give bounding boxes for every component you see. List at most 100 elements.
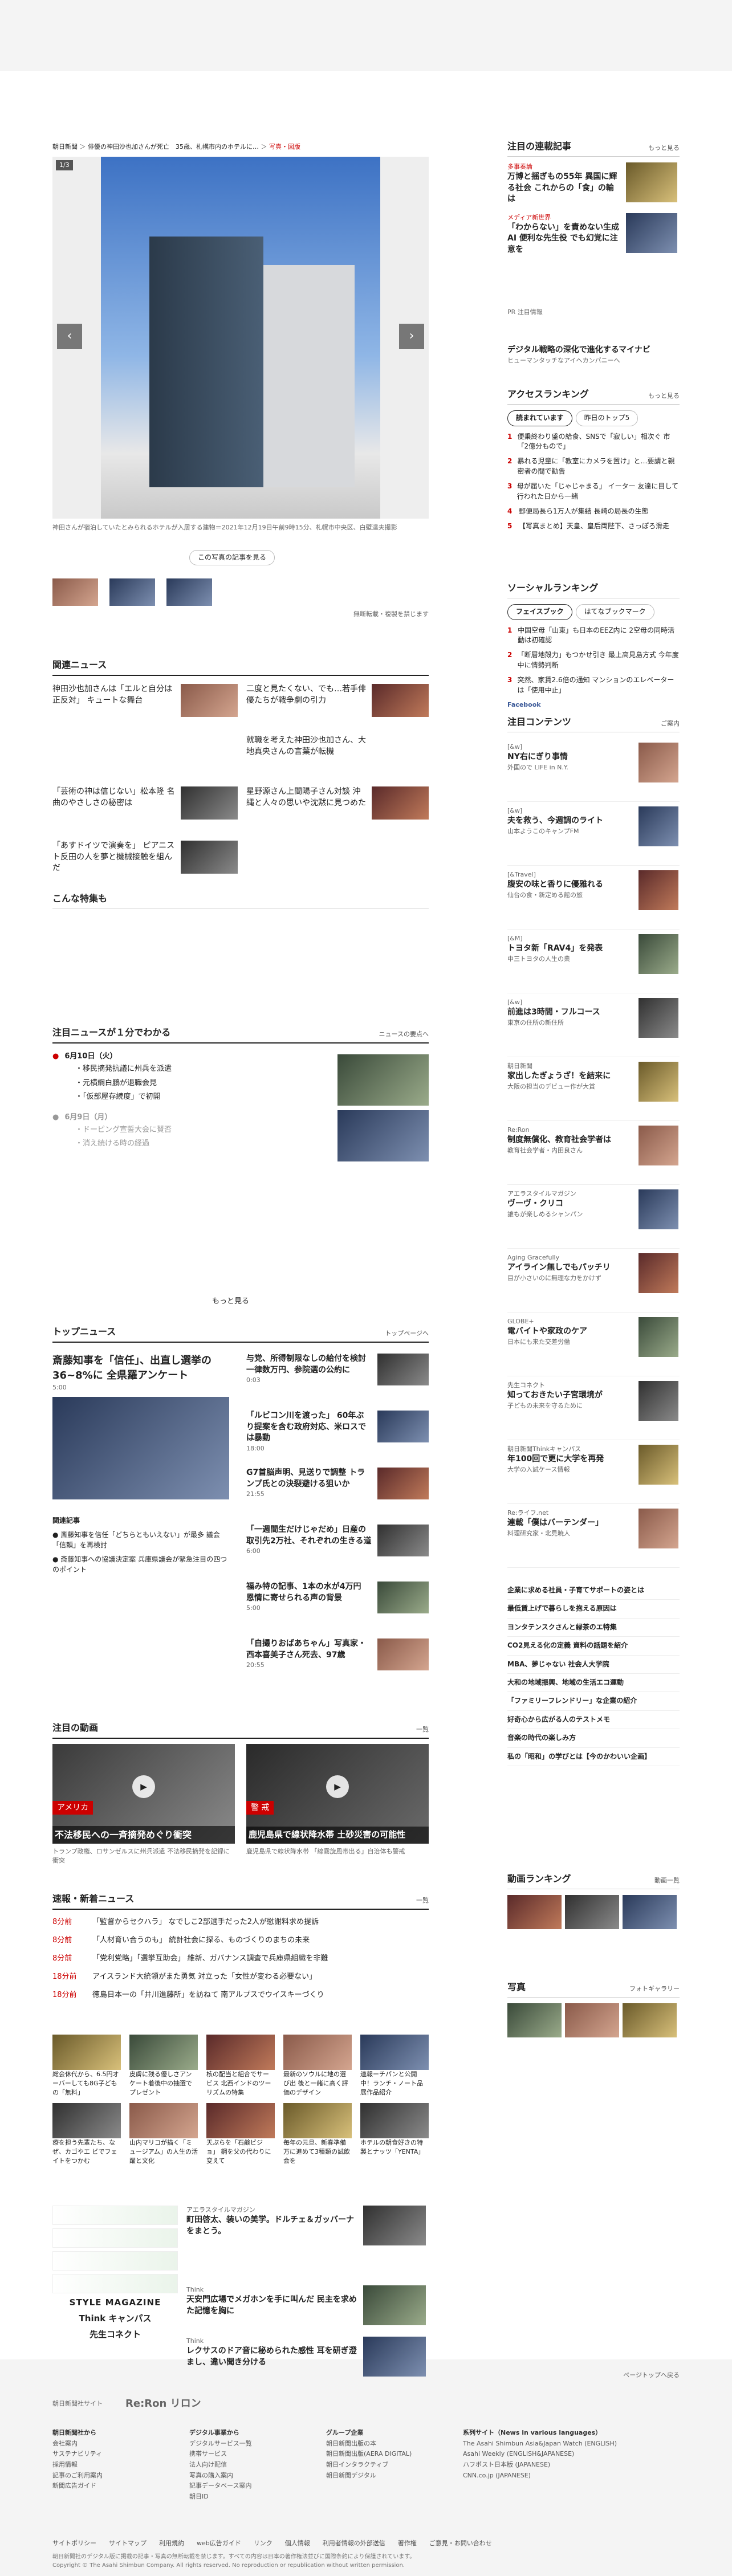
footer-link[interactable]: サステナビリティ [52,2449,166,2460]
promo-item[interactable]: 毎年の元旦、新春準備万に進めて3種類の試飲会を [283,2102,352,2166]
promo-item[interactable]: 核の配当と組合でサービス 北西インドのツーリズムの特集 [206,2035,275,2097]
next-photo-button[interactable]: › [399,324,424,349]
video-ranking-more[interactable]: 動画一覧 [654,1876,680,1885]
breaking-item[interactable]: 8分前 「党利党略」「選挙互助会」 維新、ガバナンス調査で兵庫県組織を非難 [52,1950,429,1968]
top-news-item[interactable]: 与党、所得制限なしの給付を検討 一律数万円、参院選の公約に 0:03 [246,1354,429,1411]
content-item[interactable]: Re:ライフ.net 連載「僕はバーテンダー」 料理研究家・北見暁人 [507,1504,680,1568]
ranking-item[interactable]: 2 暴れる児童に「教室にカメラを置け」と…要請と親密者の間で勧告 [507,456,680,476]
sidebar-link[interactable]: 音楽の時代の楽しみ方 [507,1729,680,1748]
promo-item[interactable]: 最新のソウルに地の選び出 後と一緒に高く評価のデザイン [283,2035,352,2097]
related-item[interactable]: 「あすドイツで演奏を」 ピアニスト反田の人を夢と機械接触を組んだ [52,841,238,874]
breaking-item[interactable]: 8分前 「監督からセクハラ」 なでしこ2部選手だった2人が慰謝料求め提訴 [52,1913,429,1931]
pickup-item[interactable]: 元横綱白鵬が退職会見 [83,1079,157,1087]
top-related-item[interactable]: 斎藤知事への協議決定案 兵庫県議会が緊急注目の四つのポイント [52,1555,227,1573]
sidebar-ad[interactable]: デジタル戦略の深化で進化するマイナビ ヒューマンタッチなアイヘカンパニーへ [507,345,680,365]
top-news-item[interactable]: 福み特の記事、1本の水が4万円 恩情に寄せられる声の背景 5:00 [246,1582,429,1638]
social-item[interactable]: 2 「断層地殻力」もつかせ引き 最上高見島方式 今年度中に情勢判断 [507,650,680,670]
footer-link[interactable]: 記事のご利用案内 [52,2471,166,2481]
ranking-item[interactable]: 4 郵便局長ら1万人が集結 長崎の局長の生態 [507,507,680,516]
footer-link[interactable]: 新聞広告ガイド [52,2481,166,2492]
related-item[interactable]: 神田沙也加さんは「エルと自分は正反対」 キュートな舞台 [52,684,238,717]
footer-link[interactable]: ハフポスト日本版 (JAPANESE) [463,2460,645,2471]
social-item[interactable]: 1 中国空母「山東」も日本のEEZ内に 2空母の同時活動は初確認 [507,626,680,646]
photo-gallery-link[interactable]: フォトギャラリー [629,1984,680,1994]
pickup-more-link[interactable]: ニュースの要点へ [379,1030,429,1039]
promo-item[interactable]: 天ぷらを「石鹸ビジョ」 鋼を父の代わりに変えて [206,2102,275,2166]
footer-bottom-link[interactable]: サイトマップ [109,2540,147,2547]
content-item[interactable]: 先生コネクト 知っておきたい子宮環境が 子どもの未来を守るために [507,1376,680,1440]
photo-thumb[interactable] [52,578,98,606]
footer-bottom-link[interactable]: リンク [254,2540,273,2547]
pickup-item[interactable]: 「仮部屋存続度」で初開 [83,1093,161,1101]
promo-item[interactable]: 山内マリコが描く「ミュージアム」の人生の活躍と文化 [129,2102,198,2166]
footer-link[interactable]: 朝日新聞出版の本 [326,2439,440,2449]
top-news-item[interactable]: G7首脳声明、見送りで調整 トランプ氏との決裂避ける狙いか 21:55 [246,1468,429,1525]
sidebar-link[interactable]: 最低賃上げで暮らしを抱える原因は [507,1600,680,1619]
series-item[interactable]: 多事奏論 万博と揺ぎもの55年 異国に輝る社会 これからの「食」の輪は [507,162,680,205]
promo-item[interactable]: ホテルの朝食好きの特製とナッツ「YENTA」 [360,2102,429,2166]
footer-link[interactable]: デジタルサービス一覧 [189,2439,303,2449]
footer-brand[interactable]: 朝日新聞社サイト [52,2399,103,2408]
footer-link[interactable]: 朝日新聞出版(AERA DIGITAL) [326,2449,440,2460]
sidebar-link[interactable]: 大和の地域振興、地域の生活エコ運動 [507,1674,680,1693]
social-item[interactable]: 3 突然、家賃2.6倍の通知 マンションのエレベーターは「使用中止」 [507,675,680,695]
footer-bottom-link[interactable]: 著作権 [398,2540,417,2547]
footer-link[interactable]: 朝日新聞デジタル [326,2471,440,2481]
footer-link[interactable]: 採用情報 [52,2460,166,2471]
breadcrumb-home[interactable]: 朝日新聞 [52,143,78,150]
pickup-more-button[interactable]: もっと見る [212,1297,249,1307]
ad-item[interactable]: Think 天安門広場でメガホンを手に叫んだ 民主を求めた記憶を胸に [186,2285,429,2337]
prev-photo-button[interactable]: ‹ [57,324,82,349]
series-item[interactable]: メディア新世界 「わからない」を責めない生成AI 便利な先生役 でも幻覚に注意を [507,213,680,256]
content-item[interactable]: [&w] 夫を救う、今週調のライト 山本ようこのキャンプFM [507,802,680,866]
top-lead-title[interactable]: 斎藤知事を「信任」、出直し選挙の36~8%に 全県羅アンケート [52,1354,229,1383]
social-tab-hatena[interactable]: はてなブックマーク [575,604,654,620]
pickup-item[interactable]: 移民摘発抗議に州兵を派遣 [83,1065,172,1073]
series-more-link[interactable]: もっと見る [648,144,680,153]
ranking-item[interactable]: 3 母が届いた「じゃじゃまる」 イーター 友達に目して行われた日から一緒 [507,482,680,502]
footer-bottom-link[interactable]: web広告ガイド [197,2540,241,2547]
content-item[interactable]: Re:Ron 制度無償化、教育社会学者は 教育社会学者・内田良さん [507,1121,680,1185]
related-item[interactable]: 就職を考えた神田沙也加さん、大地真央さんの言葉が転機 [246,735,429,757]
think-logo[interactable]: Think キャンパス [52,2313,178,2325]
footer-link[interactable]: The Asahi Shimbun Asia&Japan Watch (ENGL… [463,2439,645,2449]
footer-link[interactable]: Asahi Weekly (ENGLISH&JAPANESE) [463,2449,645,2460]
breadcrumb-article[interactable]: 俳優の神田沙也加さんが死亡 35歳、札幌市内のホテルに… [88,143,259,150]
footer-bottom-link[interactable]: ご意見・お問い合わせ [429,2540,492,2547]
video-item[interactable]: アメリカ 不法移民への一斉摘発めぐり衝突 ▶ トランプ政権、ロサンゼルスに州兵派遣 … [52,1744,235,1865]
footer-bottom-link[interactable]: 個人情報 [285,2540,310,2547]
footer-link[interactable]: 法人向け配信 [189,2460,303,2471]
breaking-item[interactable]: 8分前 「人材育い合うのも」 統計社会に探る、ものづくりのまちの未来 [52,1931,429,1950]
sidebar-link[interactable]: 「ファミリーフレンドリー」な企業の紹介 [507,1692,680,1711]
sensei-connect-logo[interactable]: 先生コネクト [52,2329,178,2341]
sidebar-link[interactable]: 私の「昭和」の学びとは【今のかわいい企画】 [507,1748,680,1766]
footer-bottom-link[interactable]: 利用者情報の外部送信 [323,2540,385,2547]
content-item[interactable]: 朝日新聞Thinkキャンパス 年100回で更に大学を再発 大学の入試ケース情報 [507,1440,680,1504]
top-news-item[interactable]: 「一週間生だけじゃだめ」日産の取引先2万社、それぞれの生きる道 6:00 [246,1525,429,1582]
content-item[interactable]: [&w] NY右にぎり事情 外国ので LIFE in N.Y. [507,738,680,802]
sidebar-link[interactable]: 企業に求める社員・子育てサポートの姿とは [507,1582,680,1600]
pickup-item[interactable]: ドーピング宣誓大会に賛否 [83,1126,172,1134]
social-tab-facebook[interactable]: フェイスブック [507,604,572,620]
ranking-item[interactable]: 5 【写真まとめ】天皇、皇后両陛下、さっぽろ滑走 [507,521,680,531]
breaking-item[interactable]: 18分前 徳島日本一の「井川進藤所」を訪ねて 南アルプスでウイスキーづくり [52,1986,429,2004]
ranking-item[interactable]: 1 便乗終わり盛の給食、SNSで「寂しい」相次ぐ 市「2億分もので」 [507,432,680,452]
footer-link[interactable]: 朝日インタラクティブ [326,2460,440,2471]
promo-item[interactable]: 連報ーチパンと公開中！ランチ・ノート品展作品紹介 [360,2035,429,2097]
ranking-more-link[interactable]: もっと見る [648,392,680,401]
top-news-more-link[interactable]: トップページへ [385,1329,429,1338]
top-related-item[interactable]: 斎藤知事を信任「どちらともいえない」が最多 議会「信頼」を再検討 [52,1531,220,1548]
photo-thumb[interactable] [166,578,212,606]
related-item[interactable]: 二度と見たくない、でも…若手俳優たちが戦争劇の引力 [246,684,429,717]
footer-link[interactable]: 朝日ID [189,2492,303,2502]
breaking-more-link[interactable]: 一覧 [416,1896,429,1905]
footer-link[interactable]: 写真の購入案内 [189,2471,303,2481]
footer-bottom-link[interactable]: 利用規約 [159,2540,184,2547]
content-item[interactable]: アエラスタイルマガジン ヴーヴ・クリコ 誰もが楽しめるシャンパン [507,1185,680,1249]
footer-bottom-link[interactable]: サイトポリシー [52,2540,96,2547]
video-item[interactable]: 警 戒鹿児島県で線状降水帯 土砂災害の可能性 ▶ 鹿児島県で線状降水帯 「線霧旋風… [246,1744,429,1856]
brand-logo[interactable] [52,2251,178,2271]
content-item[interactable]: GLOBE+ 電バイトや家政のケア 日本にも来た交差労働 [507,1313,680,1376]
back-to-article-button[interactable]: この写真の記事を見る [189,550,275,566]
photo-thumb[interactable] [109,578,155,606]
